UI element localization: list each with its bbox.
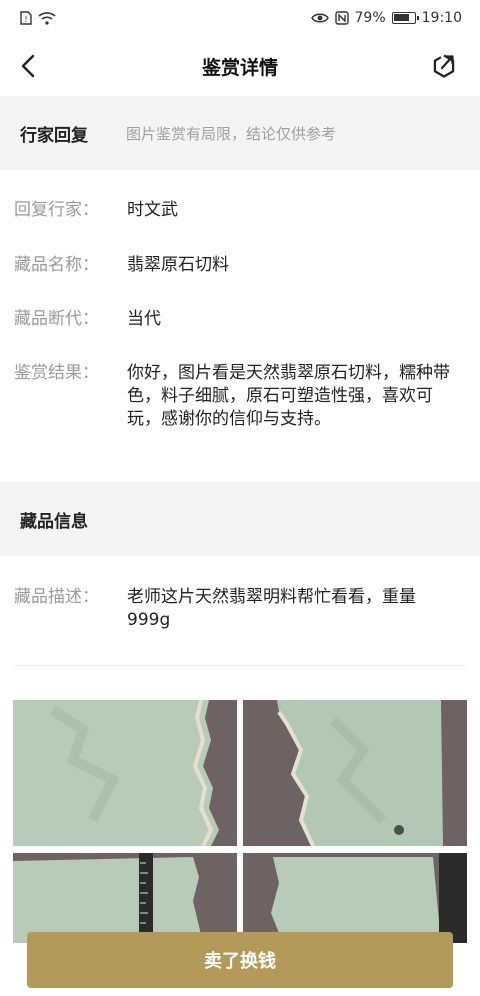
- share-button[interactable]: [428, 50, 460, 82]
- section-title-item-info: 藏品信息: [20, 511, 88, 532]
- status-right: 79% 19:10: [310, 10, 462, 26]
- battery-percent: 79%: [354, 10, 386, 26]
- info-row-dating: 藏品断代： 当代: [14, 308, 466, 331]
- row-value: 时文武: [127, 200, 178, 220]
- row-label: 藏品描述：: [14, 587, 99, 607]
- clock: 19:10: [421, 10, 462, 26]
- svg-text:!: !: [24, 15, 27, 24]
- info-row-name: 藏品名称： 翡翠原石切料: [14, 254, 466, 277]
- row-value: 老师这片天然翡翠明料帮忙看看，重量999g: [127, 587, 416, 630]
- status-left: !: [20, 11, 56, 25]
- row-value: 你好，图片看是天然翡翠原石切料，糯种带色，料子细腻，原石可塑造性强，喜欢可玩，感…: [127, 363, 450, 429]
- battery-fill: [393, 14, 409, 21]
- row-value: 当代: [127, 309, 161, 329]
- battery-icon: [391, 12, 419, 24]
- wifi-icon: [38, 12, 56, 25]
- expert-reply-header: 行家回复 图片鉴赏有局限，结论仅供参考: [0, 96, 480, 170]
- sim-icon: !: [20, 11, 32, 25]
- jade-photo-4[interactable]: [243, 853, 467, 943]
- jade-photo-2[interactable]: [243, 700, 467, 846]
- item-info-header: 藏品信息: [0, 482, 480, 556]
- row-label: 鉴赏结果：: [14, 363, 99, 383]
- back-chevron-icon: [21, 54, 35, 78]
- disclaimer-note: 图片鉴赏有局限，结论仅供参考: [126, 124, 337, 143]
- back-button[interactable]: [12, 50, 44, 82]
- row-value: 翡翠原石切料: [127, 255, 229, 275]
- nfc-icon: [334, 11, 349, 25]
- row-label: 藏品断代：: [14, 309, 99, 329]
- page-title: 鉴赏详情: [201, 56, 278, 79]
- jade-photo-1[interactable]: [13, 700, 237, 846]
- info-row-description: 藏品描述： 老师这片天然翡翠明料帮忙看看，重量999g: [14, 586, 466, 632]
- row-label: 藏品名称：: [14, 255, 99, 275]
- eye-icon: [310, 13, 329, 23]
- divider: [14, 665, 466, 666]
- sell-button[interactable]: 卖了换钱: [27, 932, 453, 988]
- nav-bar: 鉴赏详情: [0, 36, 480, 96]
- share-icon: [433, 54, 455, 78]
- row-label: 回复行家：: [14, 200, 99, 220]
- status-bar: ! 79% 19:10: [0, 0, 480, 36]
- section-title-expert-reply: 行家回复: [20, 125, 88, 146]
- jade-photo-3[interactable]: [13, 853, 237, 943]
- info-row-expert: 回复行家： 时文武: [14, 199, 466, 222]
- info-row-result: 鉴赏结果： 你好，图片看是天然翡翠原石切料，糯种带色，料子细腻，原石可塑造性强，…: [14, 362, 466, 431]
